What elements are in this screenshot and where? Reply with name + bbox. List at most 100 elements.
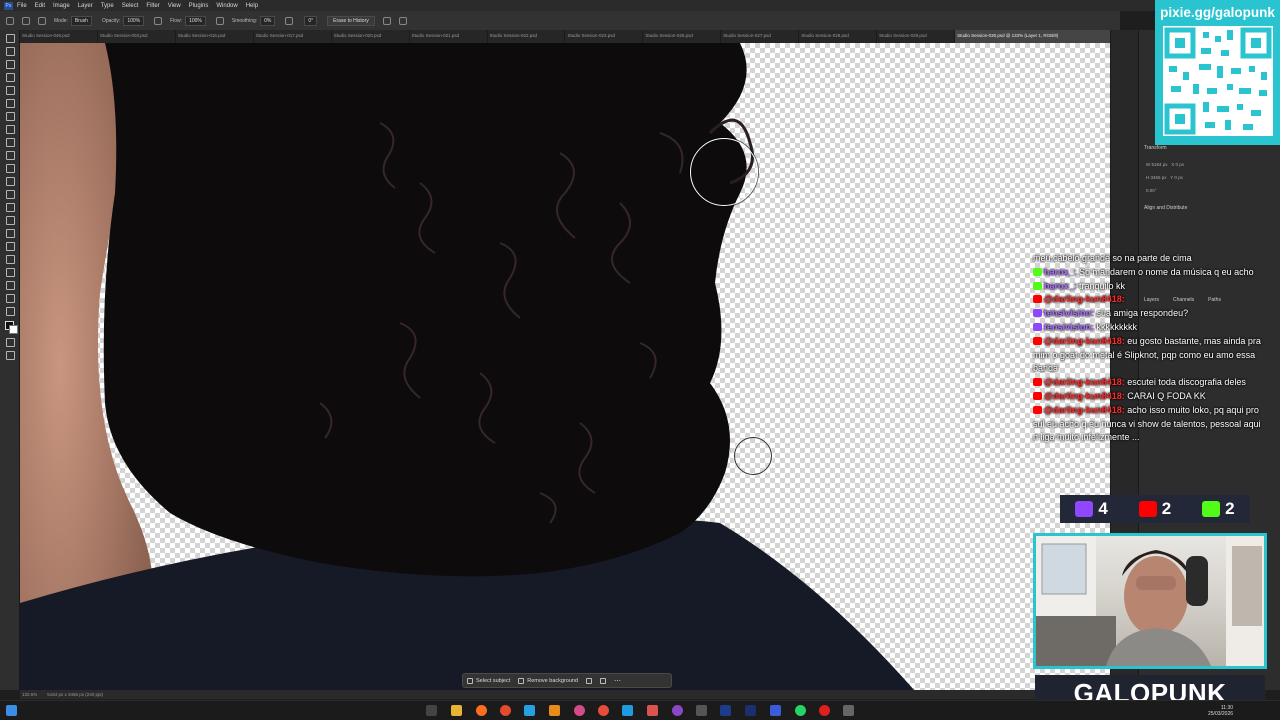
clone-stamp-tool-icon[interactable] [5,150,15,160]
pressure-size-icon[interactable] [382,16,391,25]
menu-file[interactable]: File [17,3,27,9]
app-icon[interactable] [622,705,633,716]
menu-select[interactable]: Select [122,3,139,9]
screen-mode-icon[interactable] [5,350,15,360]
status-bar: 132.6% 5184 px x 3456 px (240 ppi) [20,690,1110,699]
airbrush-icon[interactable] [215,16,224,25]
brush-tool-icon[interactable] [5,137,15,147]
select-subject-button[interactable]: Select subject [467,677,510,684]
menu-view[interactable]: View [168,3,181,9]
windows-start-icon[interactable] [6,705,17,716]
task-view-icon[interactable] [426,705,437,716]
zoom-tool-icon[interactable] [5,293,15,303]
blur-tool-icon[interactable] [5,202,15,212]
menu-filter[interactable]: Filter [146,3,159,9]
photoshop-logo-icon[interactable]: Ps [4,1,13,10]
w-field[interactable]: 5184 px [1152,162,1168,167]
document-tab[interactable]: Studio Session-017.psd [254,30,332,43]
symmetry-icon[interactable] [398,16,407,25]
opacity-field[interactable]: 100% [123,15,145,26]
more-options-icon[interactable]: ⋯ [614,677,621,685]
dodge-tool-icon[interactable] [5,215,15,225]
document-tab[interactable]: Studio Session-022.psd [488,30,566,43]
angle-field[interactable]: 0° [304,15,318,26]
healing-brush-tool-icon[interactable] [5,124,15,134]
document-tab[interactable]: Studio Session-023.psd [565,30,644,43]
document-tab[interactable]: Studio Session-027.psd [721,30,800,43]
quick-mask-icon[interactable] [5,337,15,347]
webcam-overlay [1033,533,1267,669]
app-icon[interactable] [647,705,658,716]
firefox-icon[interactable] [476,705,487,716]
document-tab[interactable]: Studio Session-021.psd [410,30,488,43]
zoom-level[interactable]: 132.6% [22,692,37,697]
chrome-icon[interactable] [500,705,511,716]
app-icon[interactable] [672,705,683,716]
document-tab-active[interactable]: Studio Session-030.psd @ 133% (Layer 1, … [955,30,1115,43]
erase-to-history-button[interactable]: Erase to History [327,15,375,26]
document-canvas[interactable] [20,43,1110,691]
lasso-tool-icon[interactable] [5,59,15,69]
document-tab[interactable]: Studio Session-003.psd [98,30,176,43]
gradient-tool-icon[interactable] [5,189,15,199]
settings-icon[interactable] [600,677,607,684]
type-tool-icon[interactable] [5,241,15,251]
chat-text: Só mandarem o nome da música q eu acho [1076,266,1254,277]
photoshop-taskbar-icon[interactable] [745,705,756,716]
app-icon[interactable] [598,705,609,716]
flow-field[interactable]: 100% [185,15,206,26]
menu-plugins[interactable]: Plugins [189,3,209,9]
app-icon[interactable] [770,705,781,716]
document-tab[interactable]: Studio Session-025.psd [643,30,722,43]
mode-select[interactable]: Brush [70,15,92,26]
menu-image[interactable]: Image [53,3,70,9]
eraser-tool-icon[interactable] [5,176,15,186]
h-field[interactable]: 3456 px [1151,175,1167,180]
app-icon[interactable] [574,705,585,716]
transform-icon[interactable] [586,677,593,684]
document-tab[interactable]: Studio Session-016.psd [176,30,254,43]
smoothing-field[interactable]: 0% [260,15,276,26]
brush-preset-icon[interactable] [38,16,46,25]
rectangle-tool-icon[interactable] [5,267,15,277]
whatsapp-icon[interactable] [795,705,806,716]
x-field[interactable]: 0 px [1176,162,1185,167]
frame-tool-icon[interactable] [5,98,15,108]
marquee-tool-icon[interactable] [5,46,15,56]
app-icon[interactable] [819,705,830,716]
history-brush-tool-icon[interactable] [5,163,15,173]
document-tab[interactable]: Studio Session-046.psd [20,30,98,43]
menu-edit[interactable]: Edit [35,3,45,9]
crop-tool-icon[interactable] [5,85,15,95]
menu-type[interactable]: Type [101,3,114,9]
document-tab[interactable]: Studio Session-029.psd [877,30,956,43]
quick-select-tool-icon[interactable] [5,72,15,82]
eyedropper-tool-icon[interactable] [5,111,15,121]
remove-background-button[interactable]: Remove background [518,677,578,684]
background-color-swatch[interactable] [9,325,18,334]
menu-layer[interactable]: Layer [78,3,93,9]
app-icon[interactable] [720,705,731,716]
home-icon[interactable] [6,16,14,25]
hand-tool-icon[interactable] [5,280,15,290]
y-field[interactable]: 0 px [1174,175,1183,180]
gear-icon[interactable] [285,16,294,25]
path-select-tool-icon[interactable] [5,254,15,264]
app-icon[interactable] [696,705,707,716]
document-tab[interactable]: Studio Session-020.psd [332,30,410,43]
taskbar-clock[interactable]: 11:30 25/03/2026 [1208,705,1233,717]
angle-field[interactable]: 0.00° [1146,188,1157,193]
file-explorer-icon[interactable] [451,705,462,716]
more-tools-icon[interactable] [5,306,15,316]
app-icon[interactable] [549,705,560,716]
menu-window[interactable]: Window [216,3,237,9]
pressure-opacity-icon[interactable] [154,16,163,25]
menu-help[interactable]: Help [246,3,258,9]
move-tool-icon[interactable] [5,33,15,43]
settings-icon[interactable] [843,705,854,716]
document-tab[interactable]: Studio Session-028.psd [799,30,878,43]
eraser-tool-icon[interactable] [22,16,30,25]
app-icon[interactable] [524,705,535,716]
pen-tool-icon[interactable] [5,228,15,238]
options-bar: Mode: Brush Opacity: 100% Flow: 100% Smo… [0,11,1120,30]
